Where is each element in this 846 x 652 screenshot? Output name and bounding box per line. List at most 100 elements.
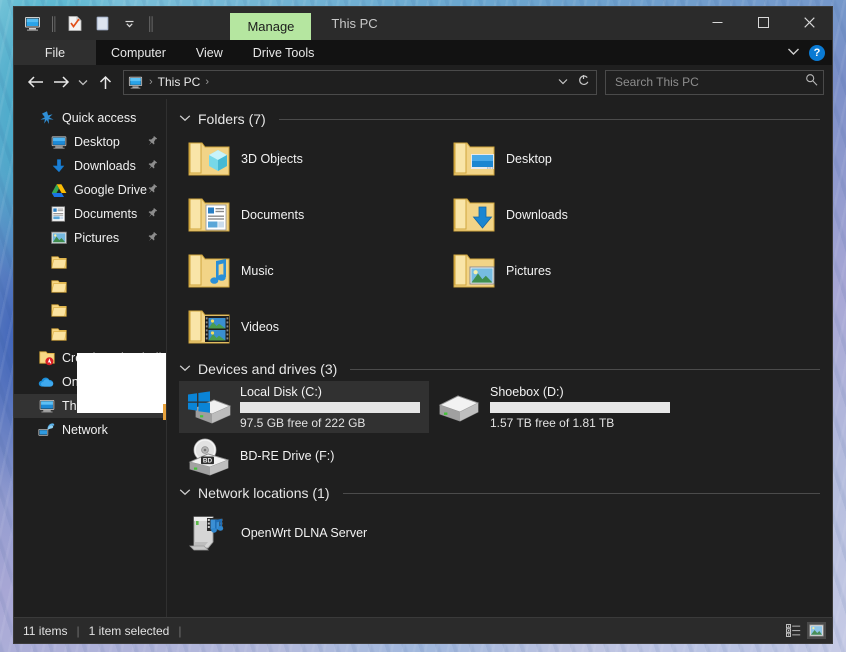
- tile-grid: Local Disk (C:) 97.5 GB free of 222 GB Sho…: [175, 381, 832, 479]
- this-pc-icon: [38, 398, 55, 415]
- properties-icon[interactable]: [64, 13, 86, 35]
- group-rule: [342, 492, 820, 494]
- pin-icon[interactable]: [143, 157, 160, 175]
- new-folder-icon[interactable]: [91, 13, 113, 35]
- search-box[interactable]: [605, 69, 824, 95]
- minimize-button[interactable]: [694, 7, 740, 38]
- sidebar-item-desktop[interactable]: Desktop: [14, 130, 166, 154]
- search-icon[interactable]: [805, 73, 818, 91]
- drive-name: BD-RE Drive (F:): [240, 449, 335, 463]
- folder-pictures-icon: [451, 248, 497, 294]
- folder-tile[interactable]: Pictures: [444, 243, 709, 299]
- ribbon-right-controls: ?: [787, 40, 832, 65]
- pin-icon[interactable]: [143, 205, 160, 223]
- tooltip-overlay: [77, 353, 166, 413]
- folder-icon: [50, 254, 67, 271]
- search-input[interactable]: [613, 74, 805, 90]
- navigation-pane: Quick access Desktop Downloads Google Drive…: [14, 99, 167, 617]
- sidebar-item-folder-6[interactable]: [14, 250, 166, 274]
- drive-tile[interactable]: Shoebox (D:) 1.57 TB free of 1.81 TB: [429, 381, 679, 433]
- tile-label: Documents: [241, 208, 305, 222]
- tile-grid: 3D Objects Desktop Documents Downloads Music…: [175, 131, 832, 355]
- folder-tile[interactable]: Desktop: [444, 131, 709, 187]
- folder-tile[interactable]: Music: [179, 243, 444, 299]
- network-icon: [38, 422, 55, 439]
- sidebar-item-label: Downloads: [74, 159, 136, 173]
- chevron-down-icon[interactable]: [179, 487, 191, 499]
- chevron-down-icon[interactable]: [179, 113, 191, 125]
- back-button[interactable]: [22, 70, 48, 94]
- folder-3d-objects-icon: [186, 136, 232, 182]
- folder-desktop-icon: [451, 136, 497, 182]
- group-header[interactable]: Devices and drives (3): [175, 355, 832, 381]
- status-divider-1: |: [76, 623, 80, 638]
- optical-drive-icon: BD: [186, 435, 232, 477]
- maximize-button[interactable]: [740, 7, 786, 38]
- navigation-pane-scrollbar[interactable]: [163, 404, 166, 420]
- sidebar-item-label: Network: [62, 423, 108, 437]
- drive-tile[interactable]: Local Disk (C:) 97.5 GB free of 222 GB: [179, 381, 429, 433]
- up-button[interactable]: [92, 70, 118, 94]
- google-drive-icon: [50, 182, 67, 199]
- drive-info: Local Disk (C:) 97.5 GB free of 222 GB: [240, 385, 429, 430]
- help-icon[interactable]: ?: [809, 44, 825, 61]
- tile-label: OpenWrt DLNA Server: [241, 526, 368, 540]
- folder-tile[interactable]: Videos: [179, 299, 444, 355]
- computer-icon[interactable]: [21, 13, 43, 35]
- sidebar-item-network[interactable]: Network: [14, 418, 166, 442]
- pin-icon[interactable]: [143, 133, 160, 151]
- svg-text:BD: BD: [203, 457, 213, 464]
- sidebar-item-pictures[interactable]: Pictures: [14, 226, 166, 250]
- capacity-bar: [240, 401, 420, 413]
- sidebar-item-label: Desktop: [74, 135, 120, 149]
- file-list-pane: Folders (7) 3D Objects Desktop Documents Dow…: [167, 99, 832, 617]
- details-view-button[interactable]: [784, 622, 803, 639]
- folder-music-icon: [186, 248, 232, 294]
- sidebar-item-quick-access[interactable]: Quick access: [14, 106, 166, 130]
- folder-downloads-icon: [451, 192, 497, 238]
- sidebar-item-downloads[interactable]: Downloads: [14, 154, 166, 178]
- sidebar-item-folder-8[interactable]: [14, 298, 166, 322]
- sidebar-item-google-drive[interactable]: Google Drive: [14, 178, 166, 202]
- group-header[interactable]: Folders (7): [175, 105, 832, 131]
- sidebar-item-documents[interactable]: Documents: [14, 202, 166, 226]
- large-icons-view-button[interactable]: [807, 622, 826, 639]
- this-pc-icon: [128, 74, 144, 90]
- breadcrumb-this-pc[interactable]: This PC: [158, 75, 201, 89]
- star-icon: [38, 110, 55, 127]
- folder-documents-icon: [186, 192, 232, 238]
- pin-icon[interactable]: [143, 229, 160, 247]
- chevron-down-icon[interactable]: [179, 363, 191, 375]
- tab-manage[interactable]: Manage: [230, 13, 312, 40]
- breadcrumb-separator-2[interactable]: ›: [203, 76, 211, 88]
- creative-cloud-icon: [38, 350, 55, 367]
- sidebar-item-label: Quick access: [62, 111, 137, 125]
- tab-view[interactable]: View: [181, 40, 238, 65]
- refresh-icon[interactable]: [577, 74, 594, 90]
- breadcrumb-separator-1[interactable]: ›: [147, 76, 155, 88]
- quick-access-toolbar: ║ ║: [14, 7, 156, 40]
- sidebar-item-folder-7[interactable]: [14, 274, 166, 298]
- status-divider-2: |: [178, 623, 182, 638]
- address-bar: › This PC ›: [14, 65, 832, 99]
- chevron-down-icon[interactable]: [787, 47, 800, 59]
- folder-tile[interactable]: OpenWrt DLNA Server: [179, 505, 444, 561]
- group-header[interactable]: Network locations (1): [175, 479, 832, 505]
- folder-tile[interactable]: 3D Objects: [179, 131, 444, 187]
- folder-tile[interactable]: Downloads: [444, 187, 709, 243]
- file-explorer-window: ║ ║ Manage This PC File Computer View Dr…: [14, 7, 832, 643]
- tile-label: Videos: [241, 320, 279, 334]
- close-button[interactable]: [786, 7, 832, 38]
- tab-drive-tools[interactable]: Drive Tools: [238, 40, 330, 65]
- tab-computer[interactable]: Computer: [96, 40, 181, 65]
- drive-tile[interactable]: BD BD-RE Drive (F:): [179, 433, 429, 479]
- folder-tile[interactable]: Documents: [179, 187, 444, 243]
- address-field[interactable]: › This PC ›: [123, 69, 597, 95]
- recent-locations-button[interactable]: [74, 70, 92, 94]
- sidebar-item-folder-9[interactable]: [14, 322, 166, 346]
- tab-file[interactable]: File: [14, 40, 96, 65]
- folder-videos-icon: [186, 304, 232, 350]
- forward-button[interactable]: [48, 70, 74, 94]
- qat-dropdown-icon[interactable]: [118, 13, 140, 35]
- address-dropdown-icon[interactable]: [552, 77, 574, 88]
